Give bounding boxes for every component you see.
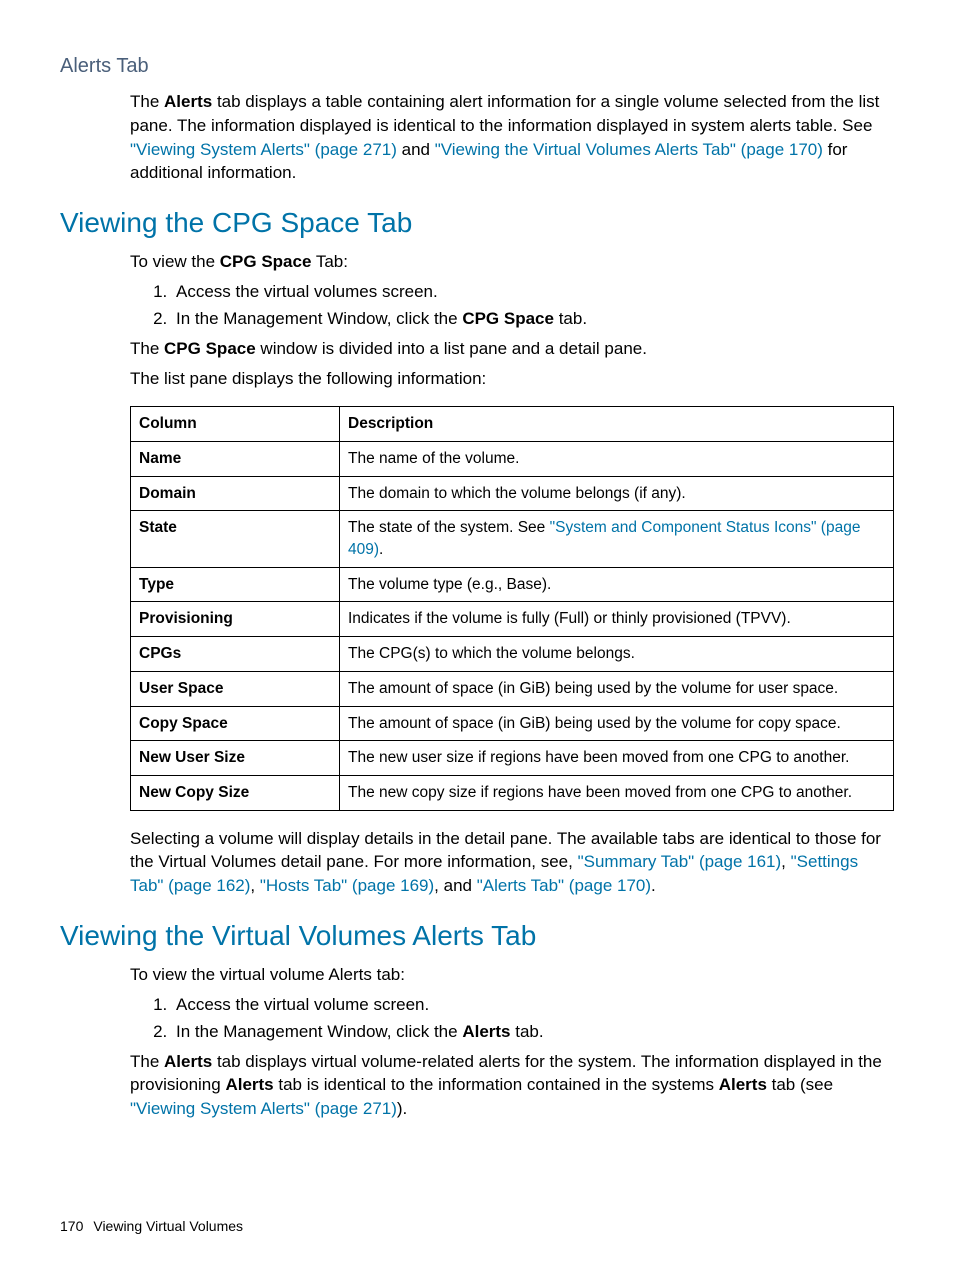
column-description: The domain to which the volume belongs (… [340,476,894,511]
bold-alerts: Alerts [719,1075,767,1094]
link-viewing-vv-alerts-tab[interactable]: "Viewing the Virtual Volumes Alerts Tab"… [435,140,823,159]
table-row: User SpaceThe amount of space (in GiB) b… [131,671,894,706]
vv-steps-list: Access the virtual volume screen. In the… [130,993,894,1044]
footer-title: Viewing Virtual Volumes [93,1218,243,1234]
heading-vv-alerts-tab: Viewing the Virtual Volumes Alerts Tab [60,916,894,955]
column-description: The amount of space (in GiB) being used … [340,706,894,741]
text: In the Management Window, click the [176,1022,462,1041]
step-2: In the Management Window, click the Aler… [172,1020,894,1044]
text: In the Management Window, click the [176,309,462,328]
column-name: CPGs [131,637,340,672]
table-row: CPGsThe CPG(s) to which the volume belon… [131,637,894,672]
vv-intro: To view the virtual volume Alerts tab: [130,963,894,987]
column-description: Indicates if the volume is fully (Full) … [340,602,894,637]
link-viewing-system-alerts[interactable]: "Viewing System Alerts" (page 271) [130,1099,397,1118]
th-column: Column [131,407,340,442]
link-viewing-system-alerts[interactable]: "Viewing System Alerts" (page 271) [130,140,397,159]
bold-cpg-space: CPG Space [462,309,554,328]
table-row: Copy SpaceThe amount of space (in GiB) b… [131,706,894,741]
th-description: Description [340,407,894,442]
text: , [781,852,790,871]
text: tab displays a table containing alert in… [130,92,879,135]
table-header-row: Column Description [131,407,894,442]
text: and [397,140,435,159]
text: ). [397,1099,407,1118]
column-name: New User Size [131,741,340,776]
text: tab. [554,309,587,328]
step-1: Access the virtual volumes screen. [172,280,894,304]
text: , [250,876,259,895]
cpg-window-desc: The CPG Space window is divided into a l… [130,337,894,361]
column-name: Domain [131,476,340,511]
bold-alerts: Alerts [164,1052,212,1071]
column-name: User Space [131,671,340,706]
alerts-paragraph: The Alerts tab displays a table containi… [130,90,894,185]
text: The [130,92,164,111]
text: window is divided into a list pane and a… [256,339,647,358]
column-name: State [131,511,340,567]
column-name: Type [131,567,340,602]
column-name: Provisioning [131,602,340,637]
cpg-intro: To view the CPG Space Tab: [130,250,894,274]
table-row: DomainThe domain to which the volume bel… [131,476,894,511]
column-description: The amount of space (in GiB) being used … [340,671,894,706]
column-description: The new user size if regions have been m… [340,741,894,776]
column-name: New Copy Size [131,775,340,810]
page-footer: 170 Viewing Virtual Volumes [60,1217,243,1237]
column-name: Name [131,442,340,477]
link-summary-tab[interactable]: "Summary Tab" (page 161) [578,852,782,871]
list-pane-intro: The list pane displays the following inf… [130,367,894,391]
table-row: ProvisioningIndicates if the volume is f… [131,602,894,637]
text: To view the [130,252,220,271]
text: , and [434,876,477,895]
table-row: NameThe name of the volume. [131,442,894,477]
text: . [651,876,656,895]
vv-desc: The Alerts tab displays virtual volume-r… [130,1050,894,1121]
column-description: The name of the volume. [340,442,894,477]
column-description: The new copy size if regions have been m… [340,775,894,810]
column-description: The volume type (e.g., Base). [340,567,894,602]
bold-alerts: Alerts [225,1075,273,1094]
table-row: New User SizeThe new user size if region… [131,741,894,776]
step-1: Access the virtual volume screen. [172,993,894,1017]
text: Tab: [311,252,348,271]
table-row: TypeThe volume type (e.g., Base). [131,567,894,602]
step-2: In the Management Window, click the CPG … [172,307,894,331]
page-number: 170 [60,1218,83,1234]
text: The [130,339,164,358]
cpg-after-table: Selecting a volume will display details … [130,827,894,898]
bold-alerts: Alerts [164,92,212,111]
bold-cpg-space: CPG Space [164,339,256,358]
text: tab. [511,1022,544,1041]
text: tab is identical to the information cont… [274,1075,719,1094]
text: The [130,1052,164,1071]
link-alerts-tab[interactable]: "Alerts Tab" (page 170) [477,876,651,895]
column-name: Copy Space [131,706,340,741]
link-hosts-tab[interactable]: "Hosts Tab" (page 169) [260,876,434,895]
column-description: The state of the system. See "System and… [340,511,894,567]
heading-alerts-tab: Alerts Tab [60,52,894,80]
cpg-steps-list: Access the virtual volumes screen. In th… [130,280,894,331]
table-row: New Copy SizeThe new copy size if region… [131,775,894,810]
text: tab (see [767,1075,833,1094]
bold-cpg-space: CPG Space [220,252,312,271]
table-row: StateThe state of the system. See "Syste… [131,511,894,567]
column-description: The CPG(s) to which the volume belongs. [340,637,894,672]
bold-alerts: Alerts [462,1022,510,1041]
heading-cpg-space-tab: Viewing the CPG Space Tab [60,203,894,242]
cpg-columns-table: Column Description NameThe name of the v… [130,406,894,810]
